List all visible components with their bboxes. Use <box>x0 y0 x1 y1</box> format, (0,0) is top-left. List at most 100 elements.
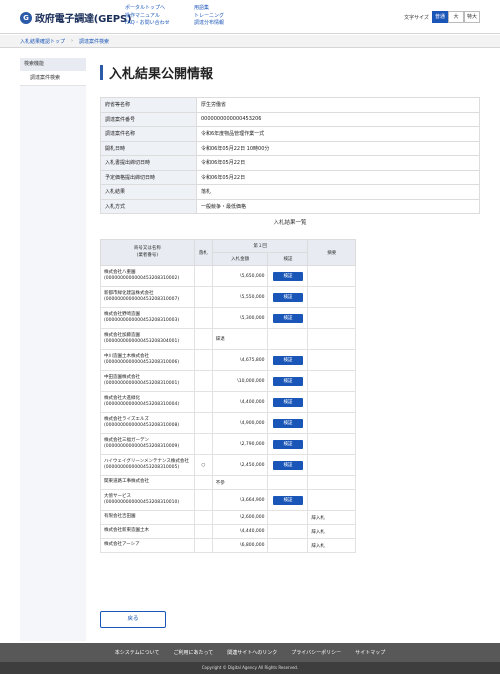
page-title-block: 入札結果公開情報 <box>100 63 213 82</box>
bid-row: 株式会社加藤造園 (0000000000000453208304001) 辞退 <box>100 328 356 350</box>
remarks-cell <box>307 307 356 329</box>
footer-link-related[interactable]: 関連サイトへのリンク <box>227 649 277 656</box>
info-value: 0000000000000453206 <box>196 111 480 127</box>
info-value: 一般競争・最低価格 <box>196 198 480 214</box>
breadcrumb: 入札結果確認トップ › 調達案件検索 <box>0 35 500 48</box>
manual-link[interactable]: 操作マニュアル <box>125 13 170 21</box>
bidder-cell: 新都市緑化建設株式会社 (0000000000000453208310007) <box>100 286 195 308</box>
winner-mark <box>193 475 213 490</box>
bidder-number: (0000000000000453208310001) <box>104 381 180 386</box>
footer-links: 本システムについて ご利用にあたって 関連サイトへのリンク プライバシーポリシー… <box>0 643 500 662</box>
bidder-cell: 株式会社野崎造園 (0000000000000453208310003) <box>100 307 195 329</box>
page-title: 入札結果公開情報 <box>109 67 214 82</box>
bid-row: 中川造園土木株式会社 (0000000000000453208310006) \4,… <box>100 349 356 371</box>
bidder-number: (0000000000000453208310009) <box>104 444 180 449</box>
bid-amount: 不参 <box>211 475 269 490</box>
verify-button[interactable]: 検証 <box>272 313 303 323</box>
info-value: 厚生労働省 <box>196 97 480 113</box>
verify-button[interactable]: 検証 <box>272 355 303 365</box>
site-logo[interactable]: G 政府電子調達(GEPS) <box>20 10 132 25</box>
check-cell <box>267 524 309 539</box>
bid-row: ハイウェイグリーンメンテナンス株式会社 (00000000000004532083… <box>100 454 356 476</box>
procurement-info-link[interactable]: 調達分布情報 <box>194 20 224 28</box>
winner-mark <box>193 349 213 371</box>
winner-mark <box>193 433 213 455</box>
project-info-table: 府省等名称 厚生労働省 調達案件番号 0000000000000453206 調達案件名… <box>100 97 480 214</box>
verify-button[interactable]: 検証 <box>272 376 303 386</box>
info-label: 入札書提出締切日時 <box>100 155 197 171</box>
col-header-amount: 入札金額 <box>211 252 269 266</box>
footer-link-terms[interactable]: ご利用にあたって <box>174 649 214 656</box>
bidder-number: (0000000000000453208310002) <box>104 276 180 281</box>
check-cell <box>267 538 309 553</box>
winner-mark <box>193 489 213 511</box>
sidebar-item-project-search[interactable]: 調達案件検索 <box>20 71 86 86</box>
bid-amount: \2,450,000 <box>211 454 269 476</box>
verify-button[interactable]: 検証 <box>272 271 303 281</box>
col-header-name: 商号又は名称 (業者番号) <box>100 239 195 266</box>
remarks-cell <box>307 412 356 434</box>
bidder-cell: 株式会社アーシア <box>100 538 195 553</box>
site-header: G 政府電子調達(GEPS) ポータルトップへ 操作マニュアル FAQ・お問い合… <box>0 0 500 34</box>
font-size-large-button[interactable]: 大 <box>448 11 464 23</box>
winner-mark <box>193 286 213 308</box>
font-size-xlarge-button[interactable]: 特大 <box>464 11 480 23</box>
verify-button[interactable]: 検証 <box>272 397 303 407</box>
font-size-normal-button[interactable]: 普通 <box>432 11 448 23</box>
remarks-cell <box>307 286 356 308</box>
bidder-cell: 株式会社三福ガーデン (0000000000000453208310009) <box>100 433 195 455</box>
col-header-check: 検証 <box>267 252 309 266</box>
verify-button[interactable]: 検証 <box>272 439 303 449</box>
portal-top-link[interactable]: ポータルトップへ <box>125 5 170 13</box>
bid-row: 株式会社三福ガーデン (0000000000000453208310009) \2,… <box>100 433 356 455</box>
bidder-cell: 有限会社吉田園 <box>100 510 195 525</box>
footer-link-privacy[interactable]: プライバシーポリシー <box>291 649 341 656</box>
info-row: 調達案件名称 令和6年度物品管理作業一式 <box>100 126 480 142</box>
info-label: 調達案件番号 <box>100 111 197 127</box>
winner-mark <box>193 307 213 329</box>
winner-mark <box>193 265 213 287</box>
bidder-cell: 株式会社八重園 (0000000000000453208310002) <box>100 265 195 287</box>
info-row: 府省等名称 厚生労働省 <box>100 97 480 113</box>
verify-button[interactable]: 検証 <box>272 418 303 428</box>
faq-link[interactable]: FAQ・お問い合わせ <box>125 20 170 28</box>
col-header-round: 第１回 <box>211 239 309 253</box>
check-cell: 検証 <box>267 391 309 413</box>
back-button[interactable]: 戻る <box>100 611 166 628</box>
bid-row: 株式会社新東造園土木 \4,440,000 辞入札 <box>100 524 356 539</box>
winner-mark <box>193 538 213 553</box>
bid-row: 新都市緑化建設株式会社 (0000000000000453208310007) \5… <box>100 286 356 308</box>
bidder-cell: 関東道路工事株式会社 <box>100 475 195 490</box>
info-label: 入札結果 <box>100 184 197 200</box>
winner-mark <box>193 391 213 413</box>
bid-amount: \2,600,000 <box>211 510 269 525</box>
remarks-cell: 辞入札 <box>307 524 356 539</box>
title-accent-bar <box>100 65 103 80</box>
remarks-cell <box>307 475 356 490</box>
glossary-link[interactable]: 用語集 <box>194 5 224 13</box>
check-cell: 検証 <box>267 454 309 476</box>
bid-row: 株式会社ライズエルズ (0000000000000453208310008) \4,… <box>100 412 356 434</box>
bidder-name: 株式会社アーシア <box>104 542 140 548</box>
info-value: 令和06年05月22日 <box>196 169 480 185</box>
bid-amount: \4,440,000 <box>211 524 269 539</box>
info-row: 調達案件番号 0000000000000453206 <box>100 111 480 127</box>
bid-amount: \5,650,000 <box>211 265 269 287</box>
verify-button[interactable]: 検証 <box>272 292 303 302</box>
footer-link-about[interactable]: 本システムについて <box>115 649 160 656</box>
bidder-cell: 株式会社大進緑化 (0000000000000453208310004) <box>100 391 195 413</box>
site-footer: 本システムについて ご利用にあたって 関連サイトへのリンク プライバシーポリシー… <box>0 643 500 674</box>
breadcrumb-item[interactable]: 入札結果確認トップ <box>20 38 65 45</box>
font-size-label: 文字サイズ <box>404 14 429 21</box>
footer-link-sitemap[interactable]: サイトマップ <box>355 649 385 656</box>
check-cell: 検証 <box>267 307 309 329</box>
breadcrumb-item[interactable]: 調達案件検索 <box>79 38 109 45</box>
bidder-number: (0000000000000453208304001) <box>104 339 180 344</box>
verify-button[interactable]: 検証 <box>272 460 303 470</box>
training-link[interactable]: トレーニング <box>194 13 224 21</box>
remarks-cell: 辞入札 <box>307 510 356 525</box>
info-row: 入札書提出締切日時 令和06年05月22日 <box>100 155 480 171</box>
geps-logo-icon: G <box>20 11 32 24</box>
winner-mark <box>193 510 213 525</box>
verify-button[interactable]: 検証 <box>272 495 303 505</box>
